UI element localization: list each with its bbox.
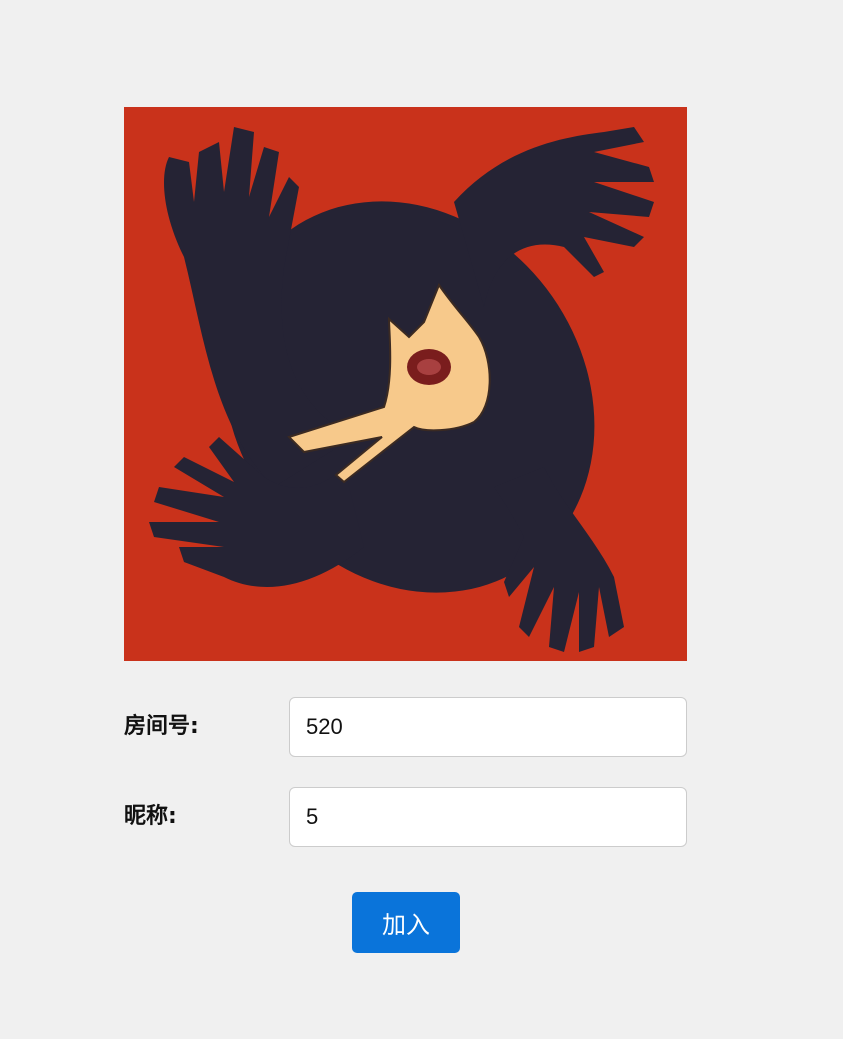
nickname-input[interactable] — [289, 787, 687, 847]
nickname-label: 昵称: — [124, 804, 177, 829]
werewolf-logo-icon — [124, 107, 687, 661]
join-button[interactable]: 加入 — [352, 892, 460, 953]
room-label: 房间号: — [124, 714, 199, 739]
room-row: 房间号: — [124, 697, 687, 757]
join-page: 房间号: 昵称: 加入 — [0, 0, 843, 1039]
room-number-input[interactable] — [289, 697, 687, 757]
nickname-row: 昵称: — [124, 787, 687, 847]
